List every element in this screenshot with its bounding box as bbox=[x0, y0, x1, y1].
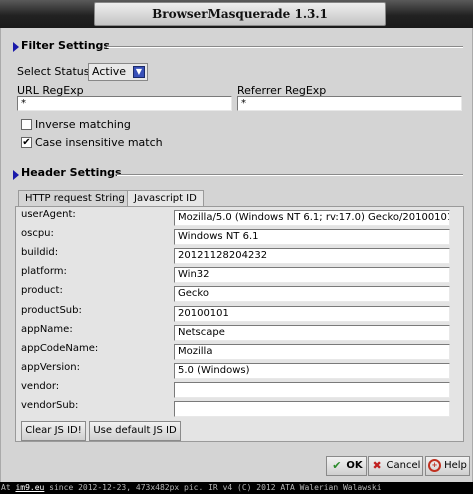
header-settings-heading: Header Settings bbox=[21, 166, 122, 179]
help-label: Help bbox=[444, 460, 467, 471]
select-status-label: Select Status: bbox=[17, 65, 94, 78]
check-mark-icon: ✔ bbox=[22, 137, 31, 148]
field-input[interactable]: Mozilla/5.0 (Windows NT 6.1; rv:17.0) Ge… bbox=[174, 210, 450, 226]
field-label: userAgent: bbox=[21, 209, 76, 220]
field-label: oscpu: bbox=[21, 228, 54, 239]
watermark-prefix: At bbox=[1, 483, 16, 492]
field-label: platform: bbox=[21, 266, 67, 277]
header-section-arrow-icon bbox=[13, 170, 19, 180]
cross-icon: ✖ bbox=[372, 458, 382, 472]
help-button[interactable]: + Help bbox=[425, 456, 470, 476]
chevron-down-icon: ▼ bbox=[133, 66, 145, 78]
tab-javascript-id[interactable]: Javascript ID bbox=[127, 190, 204, 207]
field-input[interactable] bbox=[174, 401, 450, 417]
check-icon: ✔ bbox=[332, 458, 342, 472]
field-label: appVersion: bbox=[21, 362, 80, 373]
field-input[interactable]: Netscape bbox=[174, 325, 450, 341]
field-label: productSub: bbox=[21, 305, 82, 316]
field-input[interactable]: 5.0 (Windows) bbox=[174, 363, 450, 379]
watermark-site-link[interactable]: im9.eu bbox=[15, 483, 44, 492]
filter-section-divider bbox=[107, 46, 463, 48]
field-input[interactable]: Win32 bbox=[174, 267, 450, 283]
tab-http-request-string[interactable]: HTTP request String bbox=[18, 190, 132, 207]
title-bar: BrowserMasquerade 1.3.1 bbox=[0, 0, 473, 28]
select-status-value: Active bbox=[92, 65, 127, 78]
case-insensitive-checkbox[interactable]: ✔ bbox=[21, 137, 32, 148]
case-insensitive-label[interactable]: Case insensitive match bbox=[35, 136, 163, 149]
field-label: appCodeName: bbox=[21, 343, 99, 354]
referrer-regexp-input[interactable]: * bbox=[237, 96, 462, 111]
field-label: vendorSub: bbox=[21, 400, 79, 411]
field-label: product: bbox=[21, 285, 63, 296]
use-default-js-id-button[interactable]: Use default JS ID bbox=[89, 421, 181, 441]
select-status-dropdown[interactable]: Active ▼ bbox=[88, 63, 148, 81]
field-input[interactable]: Windows NT 6.1 bbox=[174, 229, 450, 245]
ok-label: OK bbox=[346, 460, 363, 471]
field-input[interactable]: 20121128204232 bbox=[174, 248, 450, 264]
lifebuoy-icon: + bbox=[428, 458, 442, 472]
cancel-label: Cancel bbox=[386, 460, 421, 471]
field-input[interactable]: 20100101 bbox=[174, 306, 450, 322]
image-host-watermark: At im9.eu since 2012-12-23, 473x482px pi… bbox=[0, 482, 473, 494]
field-label: vendor: bbox=[21, 381, 60, 392]
header-section-divider bbox=[117, 174, 463, 176]
inverse-matching-label[interactable]: Inverse matching bbox=[35, 118, 131, 131]
watermark-text: since 2012-12-23, 473x482px pic. IR v4 (… bbox=[44, 483, 382, 492]
inverse-matching-checkbox[interactable] bbox=[21, 119, 32, 130]
field-input[interactable]: Mozilla bbox=[174, 344, 450, 360]
filter-settings-heading: Filter Settings bbox=[21, 39, 110, 52]
field-input[interactable]: Gecko bbox=[174, 286, 450, 302]
cancel-button[interactable]: ✖ Cancel bbox=[368, 456, 423, 476]
ok-button[interactable]: ✔ OK bbox=[326, 456, 367, 476]
clear-js-id-button[interactable]: Clear JS ID! bbox=[21, 421, 86, 441]
field-label: appName: bbox=[21, 324, 73, 335]
url-regexp-input[interactable]: * bbox=[17, 96, 232, 111]
field-input[interactable] bbox=[174, 382, 450, 398]
window-title: BrowserMasquerade 1.3.1 bbox=[94, 2, 386, 26]
dialog-body: Filter Settings Select Status: Active ▼ … bbox=[0, 28, 473, 482]
filter-section-arrow-icon bbox=[13, 42, 19, 52]
field-label: buildid: bbox=[21, 247, 59, 258]
